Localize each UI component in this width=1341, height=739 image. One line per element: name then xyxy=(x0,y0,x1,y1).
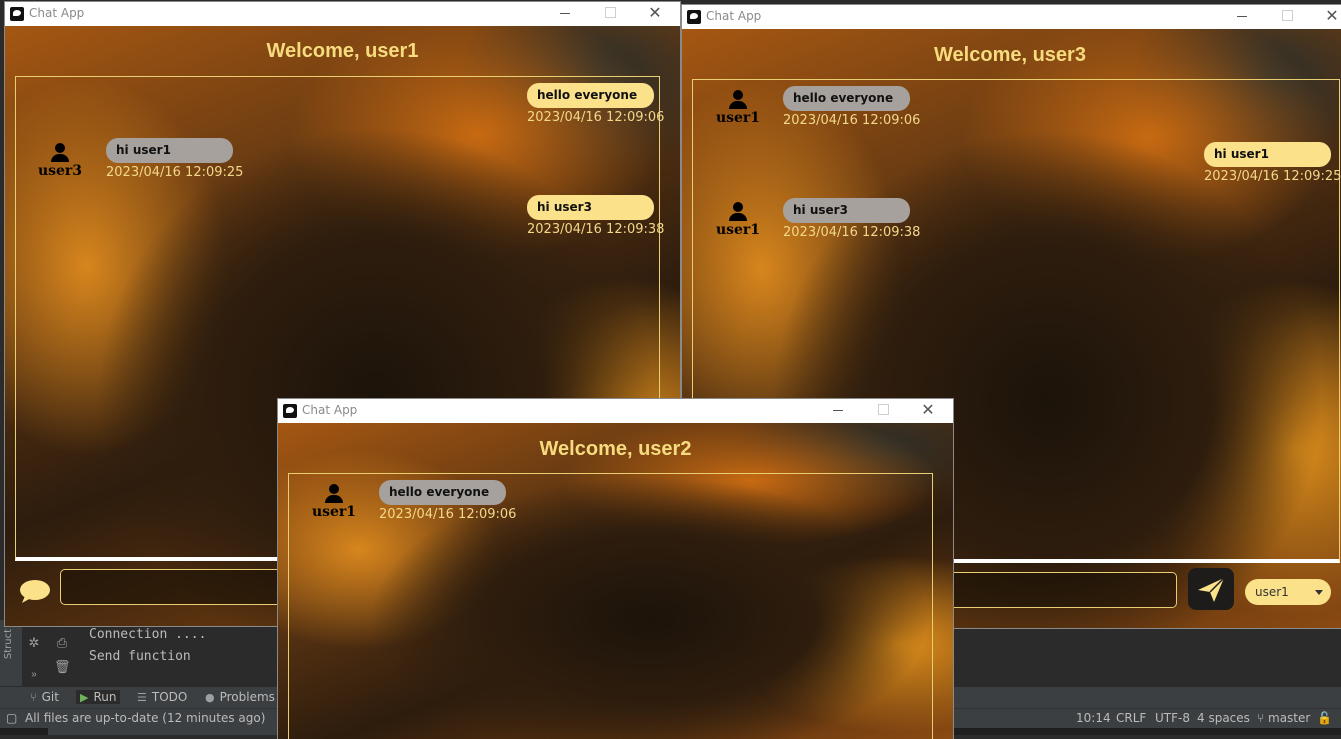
minimize-icon xyxy=(1237,16,1247,17)
message-bubble: hi user1 xyxy=(1204,142,1331,167)
status-message: All files are up-to-date (12 minutes ago… xyxy=(25,711,266,725)
message-self: hi user1 2023/04/16 12:09:25 xyxy=(1204,142,1341,184)
info-icon: ● xyxy=(205,691,215,704)
tool-window-problems[interactable]: ● Problems xyxy=(205,690,275,704)
maximize-button[interactable] xyxy=(1267,5,1307,29)
lock-icon[interactable]: 🔓 xyxy=(1317,711,1332,725)
chat-app-icon xyxy=(283,404,297,418)
cursor-position[interactable]: 10:14 xyxy=(1076,711,1111,725)
avatar: user3 xyxy=(35,143,85,179)
maximize-button[interactable] xyxy=(590,2,630,26)
window-title: Chat App xyxy=(29,6,85,20)
tool-window-git[interactable]: ⑂ Git xyxy=(30,690,59,704)
minimize-button[interactable] xyxy=(545,2,585,26)
welcome-heading: Welcome, user1 xyxy=(266,40,419,62)
git-branch[interactable]: ⑂ master xyxy=(1257,711,1310,725)
recipient-select[interactable]: user1 xyxy=(1245,579,1331,605)
console-output: Connection .... Send function xyxy=(89,624,206,668)
indent-setting[interactable]: 4 spaces xyxy=(1197,711,1250,725)
sender-name: user1 xyxy=(715,222,761,238)
message-other: hello everyone 2023/04/16 12:09:06 xyxy=(379,480,516,522)
message-other: hi user3 2023/04/16 12:09:38 xyxy=(783,198,920,240)
window-background: Welcome, user2 user1 hello everyone 2023… xyxy=(278,423,953,739)
chat-bubble-icon[interactable] xyxy=(19,578,51,604)
chat-window-user2[interactable]: Chat App ✕ Welcome, user2 user1 hello ev… xyxy=(278,399,953,739)
tool-window-run[interactable]: ▶ Run xyxy=(76,690,121,704)
structure-tab[interactable]: Struct xyxy=(3,629,14,659)
window-title: Chat App xyxy=(302,403,358,417)
avatar: user1 xyxy=(713,202,763,238)
message-timestamp: 2023/04/16 12:09:06 xyxy=(783,113,921,128)
message-area[interactable]: user1 hello everyone 2023/04/16 12:09:06 xyxy=(288,473,933,739)
play-icon: ▶ xyxy=(80,691,89,704)
close-icon: ✕ xyxy=(1325,6,1339,25)
user-icon xyxy=(733,90,743,100)
message-timestamp: 2023/04/16 12:09:06 xyxy=(527,110,665,125)
minimize-icon xyxy=(560,13,570,14)
message-bubble: hi user3 xyxy=(527,195,654,220)
close-button[interactable]: ✕ xyxy=(635,2,675,26)
avatar: user1 xyxy=(713,90,763,126)
tool-window-todo[interactable]: ☰ TODO xyxy=(137,690,187,704)
rerun-icon[interactable]: ✲ xyxy=(26,635,42,651)
file-encoding[interactable]: UTF-8 xyxy=(1155,711,1190,725)
layout-icon[interactable]: ▢ xyxy=(6,711,17,725)
send-icon xyxy=(1198,577,1225,602)
sender-name: user1 xyxy=(715,110,761,126)
close-icon: ✕ xyxy=(648,3,662,22)
close-button[interactable]: ✕ xyxy=(1312,5,1341,29)
more-icon[interactable]: » xyxy=(26,667,42,683)
message-timestamp: 2023/04/16 12:09:25 xyxy=(106,165,244,180)
window-titlebar[interactable]: Chat App ✕ xyxy=(278,399,953,423)
message-bubble: hi user3 xyxy=(783,198,910,223)
git-branch-icon: ⑂ xyxy=(1257,711,1269,725)
close-button[interactable]: ✕ xyxy=(908,399,948,423)
maximize-icon xyxy=(1281,10,1293,21)
user-icon xyxy=(55,143,65,153)
console-line: Connection .... xyxy=(89,627,207,642)
message-timestamp: 2023/04/16 12:09:38 xyxy=(783,225,921,240)
window-titlebar[interactable]: Chat App ✕ xyxy=(5,2,680,26)
trash-icon[interactable]: 🗑 xyxy=(54,659,71,675)
sender-name: user1 xyxy=(311,504,357,520)
chevron-down-icon xyxy=(1315,590,1323,595)
message-self: hello everyone 2023/04/16 12:09:06 xyxy=(527,83,664,125)
message-bubble: hello everyone xyxy=(783,86,910,111)
welcome-heading: Welcome, user2 xyxy=(539,438,692,460)
close-icon: ✕ xyxy=(921,400,935,419)
minimize-button[interactable] xyxy=(818,399,858,423)
chat-app-icon xyxy=(10,7,24,21)
message-bubble: hello everyone xyxy=(527,83,654,108)
window-title: Chat App xyxy=(706,9,762,23)
print-icon[interactable]: ⎙ xyxy=(54,635,70,651)
message-timestamp: 2023/04/16 12:09:06 xyxy=(379,507,517,522)
line-separator[interactable]: CRLF xyxy=(1116,711,1146,725)
message-bubble: hi user1 xyxy=(106,138,233,163)
message-other: hello everyone 2023/04/16 12:09:06 xyxy=(783,86,920,128)
maximize-button[interactable] xyxy=(863,399,903,423)
user-icon xyxy=(733,202,743,212)
list-icon: ☰ xyxy=(137,691,147,704)
chat-app-icon xyxy=(687,10,701,24)
console-line: Send function xyxy=(89,649,191,664)
send-button[interactable] xyxy=(1188,568,1234,610)
sender-name: user3 xyxy=(37,163,83,179)
message-other: hi user1 2023/04/16 12:09:25 xyxy=(106,138,243,180)
message-timestamp: 2023/04/16 12:09:38 xyxy=(527,222,665,237)
maximize-icon xyxy=(877,404,889,415)
message-timestamp: 2023/04/16 12:09:25 xyxy=(1204,169,1341,184)
minimize-button[interactable] xyxy=(1222,5,1262,29)
maximize-icon xyxy=(604,7,616,18)
git-branch-icon: ⑂ xyxy=(30,691,37,704)
user-icon xyxy=(329,484,339,494)
message-self: hi user3 2023/04/16 12:09:38 xyxy=(527,195,664,237)
ide-left-gutter: Struct xyxy=(0,621,22,687)
message-bubble: hello everyone xyxy=(379,480,506,505)
welcome-heading: Welcome, user3 xyxy=(934,44,1086,66)
minimize-icon xyxy=(833,410,843,411)
window-titlebar[interactable]: Chat App ✕ xyxy=(682,5,1341,29)
avatar: user1 xyxy=(309,484,359,520)
